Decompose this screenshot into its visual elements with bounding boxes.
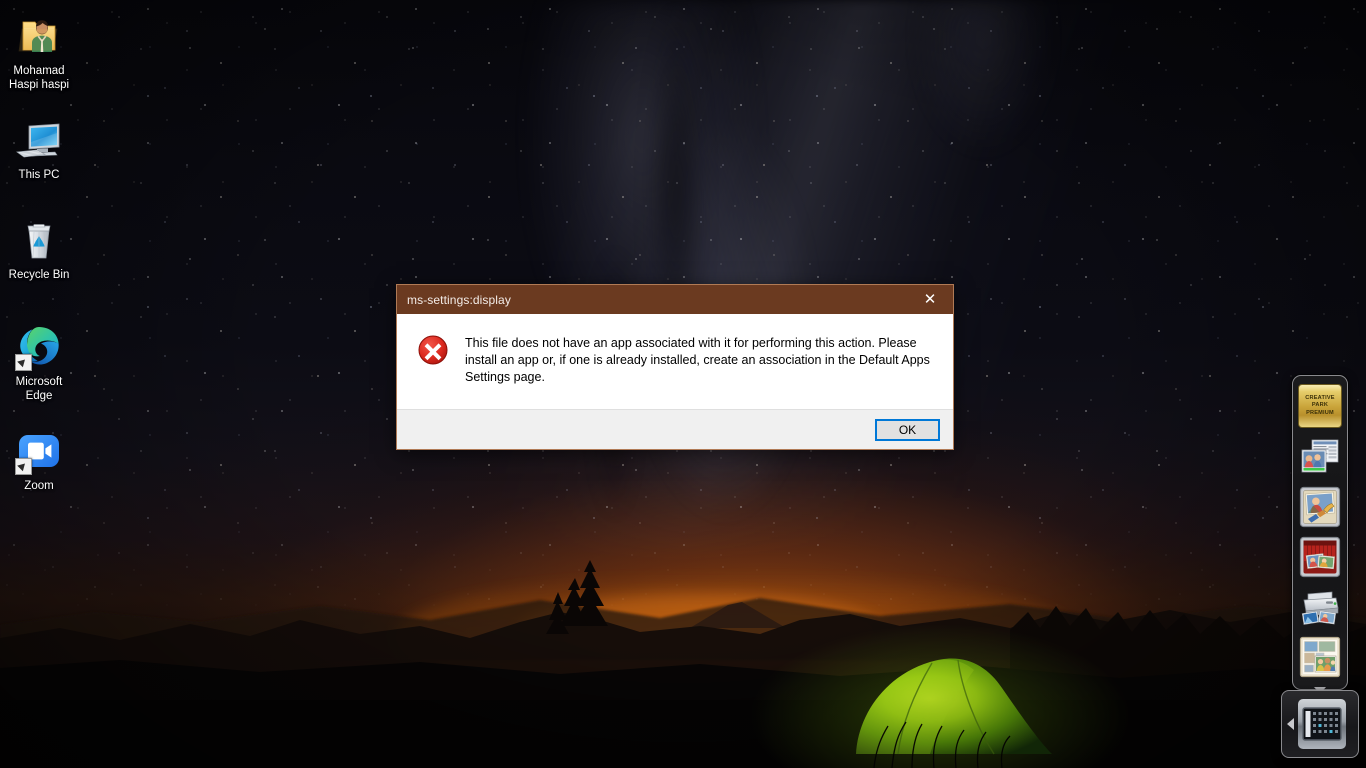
desktop-icon-user-folder[interactable]: Mohamad Haspi haspi: [2, 12, 76, 92]
desktop-icon-label: Microsoft Edge: [15, 376, 63, 402]
dialog-message: This file does not have an app associate…: [465, 336, 930, 384]
desktop-icon-label: Mohamad Haspi haspi: [8, 65, 70, 91]
close-icon[interactable]: ✕: [907, 285, 953, 314]
dialog-titlebar[interactable]: ms-settings:display ✕: [397, 285, 953, 314]
quick-menu-item-photo-slideshow[interactable]: [1299, 536, 1341, 578]
user-folder-icon: [15, 12, 63, 60]
quick-menu-tray[interactable]: [1281, 690, 1359, 758]
desktop-icon-this-pc[interactable]: This PC: [2, 116, 76, 182]
desktop-icon-label: Recycle Bin: [8, 269, 70, 281]
zoom-app-icon: [15, 427, 63, 475]
quick-menu-item-photo-album[interactable]: [1299, 636, 1341, 678]
error-dialog[interactable]: ms-settings:display ✕ This file does not…: [396, 284, 954, 450]
desktop-icon-recycle-bin[interactable]: Recycle Bin: [2, 216, 76, 282]
recycle-bin-icon: [15, 216, 63, 264]
desktop-icon-label: This PC: [18, 169, 60, 181]
desktop-icon-label: Zoom: [24, 480, 54, 492]
printer-photos-icon: [1301, 591, 1339, 625]
quick-menu-panel[interactable]: CREATIVE PARK PREMIUM: [1292, 375, 1348, 694]
error-circle-icon: [418, 335, 448, 365]
quick-menu-item-creative-park-premium[interactable]: CREATIVE PARK PREMIUM: [1298, 384, 1342, 428]
collapse-left-arrow-icon[interactable]: [1287, 718, 1294, 730]
dialog-footer: OK: [397, 409, 953, 449]
photo-stage-icon: [1299, 536, 1341, 578]
quick-menu-item-my-image-garden[interactable]: [1299, 436, 1341, 478]
quick-menu-grid-icon[interactable]: [1298, 699, 1346, 749]
creative-park-premium-icon: CREATIVE PARK PREMIUM: [1305, 394, 1335, 416]
grid-keypad-icon: [1302, 707, 1342, 741]
microsoft-edge-icon: [15, 323, 63, 371]
quick-menu-item-printer[interactable]: [1299, 586, 1341, 628]
this-pc-icon: [15, 116, 63, 164]
shortcut-overlay-icon: [15, 458, 32, 475]
dialog-title: ms-settings:display: [407, 292, 511, 307]
dialog-body: This file does not have an app associate…: [397, 314, 953, 409]
desktop-icon-zoom[interactable]: Zoom: [2, 427, 76, 493]
quick-menu-item-photo-layout-print[interactable]: [1299, 486, 1341, 528]
ok-button[interactable]: OK: [875, 418, 940, 441]
desktop[interactable]: Mohamad Haspi haspi This PC Recycle Bin …: [0, 0, 1366, 768]
photo-frame-icon: [1299, 486, 1341, 528]
shortcut-overlay-icon: [15, 354, 32, 371]
photo-document-icon: [1301, 439, 1339, 473]
photo-album-icon: [1299, 636, 1341, 678]
desktop-icon-microsoft-edge[interactable]: Microsoft Edge: [2, 323, 76, 403]
